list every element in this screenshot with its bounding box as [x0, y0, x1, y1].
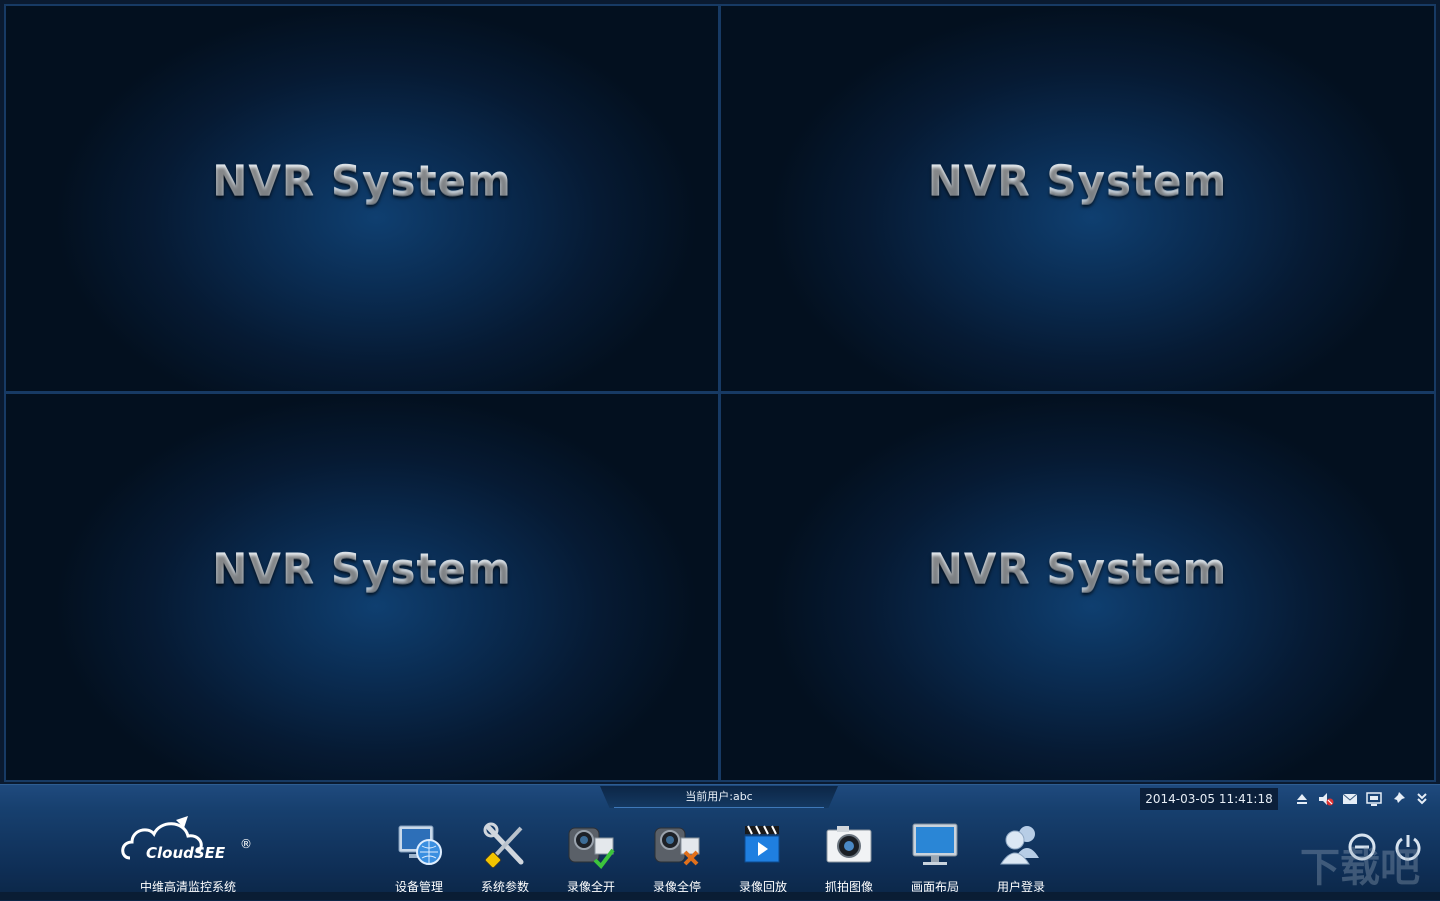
cell-title: NVR System [721, 156, 1434, 205]
watermark: 下载吧 [1300, 845, 1420, 891]
snapshot-icon [823, 820, 875, 870]
device-management-button[interactable]: 设备管理 [382, 816, 456, 900]
expand-down-icon[interactable] [1413, 790, 1431, 808]
cell-title: NVR System [721, 544, 1434, 593]
user-login-button[interactable]: 用户登录 [984, 816, 1058, 900]
video-grid: NVR System NVR System NVR System NVR Sys… [4, 4, 1436, 782]
playback-icon [737, 820, 789, 870]
layout-icon [909, 820, 961, 870]
record-all-stop-icon [651, 820, 703, 870]
playback-button[interactable]: 录像回放 [726, 816, 800, 900]
record-all-stop-button[interactable]: 录像全停 [640, 816, 714, 900]
cell-title: NVR System [6, 544, 718, 593]
bottom-strip [0, 892, 1440, 900]
record-all-start-icon [565, 820, 617, 870]
logo-registered: ® [240, 837, 252, 851]
snapshot-button[interactable]: 抓拍图像 [812, 816, 886, 900]
system-settings-icon [479, 820, 531, 870]
mute-icon[interactable] [1317, 790, 1335, 808]
video-cell-4[interactable]: NVR System [721, 394, 1434, 780]
mail-icon[interactable] [1341, 790, 1359, 808]
datetime-display: 2014-03-05 11:41:18 [1140, 788, 1278, 810]
record-all-start-button[interactable]: 录像全开 [554, 816, 628, 900]
current-user-bar: 当前用户:abc [600, 786, 838, 808]
logo-brand: CloudSEE [146, 844, 226, 862]
layout-button[interactable]: 画面布局 [898, 816, 972, 900]
cell-title: NVR System [6, 156, 718, 205]
video-cell-1[interactable]: NVR System [6, 6, 718, 391]
system-settings-button[interactable]: 系统参数 [468, 816, 542, 900]
device-management-icon [393, 820, 445, 870]
video-cell-2[interactable]: NVR System [721, 6, 1434, 391]
video-cell-3[interactable]: NVR System [6, 394, 718, 780]
user-login-icon [995, 820, 1047, 870]
eject-icon[interactable] [1293, 790, 1311, 808]
current-user-label: 当前用户:abc [685, 790, 753, 803]
pin-icon[interactable] [1389, 790, 1407, 808]
cloudsee-logo: CloudSEE ® [118, 814, 258, 868]
screen-icon[interactable] [1365, 790, 1383, 808]
